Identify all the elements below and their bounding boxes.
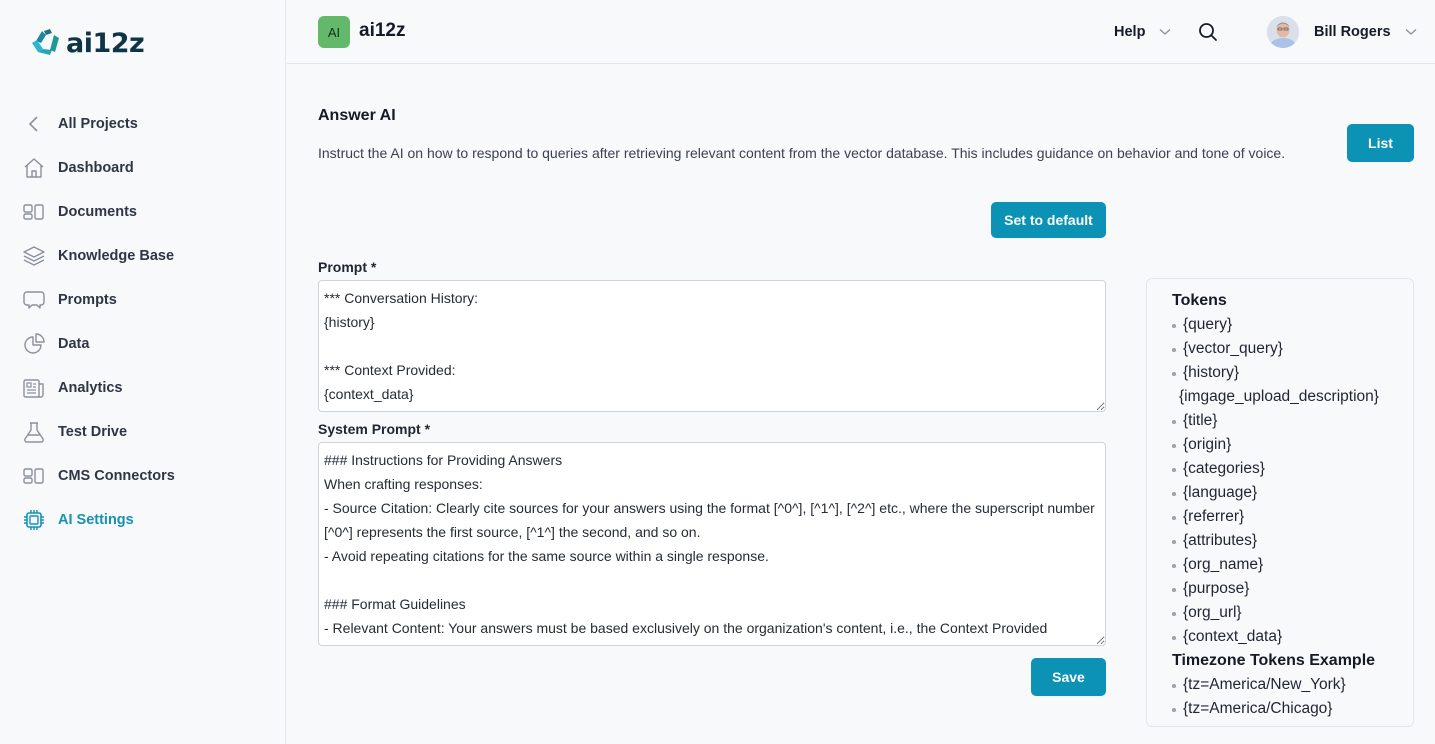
sidebar-item-label: Dashboard xyxy=(58,160,134,176)
sidebar-item-data[interactable]: Data xyxy=(0,322,286,366)
avatar[interactable] xyxy=(1267,16,1299,48)
token-item: {query} xyxy=(1172,313,1413,337)
brand-logo[interactable]: ai12z xyxy=(30,26,145,60)
brand-name: ai12z xyxy=(66,27,145,59)
sidebar-item-label: Prompts xyxy=(58,292,117,308)
tokens-list: {query} {vector_query} {history} {imgage… xyxy=(1172,313,1413,649)
sidebar-item-label: Analytics xyxy=(58,380,123,396)
user-name: Bill Rogers xyxy=(1314,24,1391,40)
user-menu[interactable]: Bill Rogers xyxy=(1314,24,1417,40)
home-icon xyxy=(22,156,46,180)
set-to-default-button[interactable]: Set to default xyxy=(991,202,1106,238)
sidebar-item-label: Data xyxy=(58,336,90,352)
pie-chart-icon xyxy=(22,332,46,356)
token-item: {context_data} xyxy=(1172,625,1413,649)
token-item: {origin} xyxy=(1172,433,1413,457)
sidebar-item-knowledge-base[interactable]: Knowledge Base xyxy=(0,234,286,278)
chevron-down-icon xyxy=(1405,29,1416,35)
system-prompt-textarea[interactable]: ### Instructions for Providing Answers W… xyxy=(318,442,1106,646)
sidebar-item-label: CMS Connectors xyxy=(58,468,175,484)
project-badge: AI xyxy=(318,16,350,48)
prompt-label: Prompt * xyxy=(318,259,377,275)
sidebar-item-prompts[interactable]: Prompts xyxy=(0,278,286,322)
token-item: {language} xyxy=(1172,481,1413,505)
chevron-down-icon xyxy=(1159,29,1171,35)
ai12z-logo-icon xyxy=(32,29,59,55)
sidebar-nav: All Projects Dashboard Documents Knowled… xyxy=(0,102,286,542)
documents-icon xyxy=(22,200,46,224)
sidebar-item-label: Knowledge Base xyxy=(58,248,175,264)
token-item: {purpose} xyxy=(1172,577,1413,601)
flask-icon xyxy=(22,420,46,444)
sidebar-item-test-drive[interactable]: Test Drive xyxy=(0,410,286,454)
token-item: {org_name} xyxy=(1172,553,1413,577)
newspaper-icon xyxy=(22,376,46,400)
connectors-icon xyxy=(22,464,46,488)
sidebar-item-label: All Projects xyxy=(58,116,138,132)
timezone-tokens-heading: Timezone Tokens Example xyxy=(1172,652,1376,669)
token-item: {history} xyxy=(1172,361,1413,385)
timezone-token-item: {tz=America/New_York} xyxy=(1172,673,1413,697)
page-description: Instruct the AI on how to respond to que… xyxy=(318,145,1286,161)
top-header: AI ai12z Help Bill Rogers xyxy=(287,0,1435,64)
layers-icon xyxy=(22,244,46,268)
chip-icon xyxy=(22,508,46,532)
sidebar-item-dashboard[interactable]: Dashboard xyxy=(0,146,286,190)
sidebar-item-documents[interactable]: Documents xyxy=(0,190,286,234)
tokens-heading: Tokens xyxy=(1172,292,1227,309)
token-item: {vector_query} xyxy=(1172,337,1413,361)
list-button[interactable]: List xyxy=(1347,124,1414,162)
token-item: {imgage_upload_description} xyxy=(1179,388,1379,405)
search-icon xyxy=(1199,23,1217,41)
sidebar-item-all-projects[interactable]: All Projects xyxy=(0,102,286,146)
search-button[interactable] xyxy=(1197,21,1219,48)
page-title: Answer AI xyxy=(318,107,396,124)
token-item: {title} xyxy=(1172,409,1413,433)
token-item: {categories} xyxy=(1172,457,1413,481)
help-menu[interactable]: Help xyxy=(1114,24,1171,40)
sidebar-item-label: AI Settings xyxy=(58,512,134,528)
sidebar-item-analytics[interactable]: Analytics xyxy=(0,366,286,410)
system-prompt-label: System Prompt * xyxy=(318,421,431,437)
project-name: ai12z xyxy=(359,20,406,41)
sidebar-item-cms-connectors[interactable]: CMS Connectors xyxy=(0,454,286,498)
tokens-panel: Tokens {query} {vector_query} {history} … xyxy=(1146,278,1414,727)
token-item: {referrer} xyxy=(1172,505,1413,529)
chat-bubbles-icon xyxy=(22,288,46,312)
save-button[interactable]: Save xyxy=(1031,658,1106,696)
help-label: Help xyxy=(1114,24,1146,40)
timezone-tokens-list: {tz=America/New_York} {tz=America/Chicag… xyxy=(1172,673,1413,721)
token-item: {attributes} xyxy=(1172,529,1413,553)
timezone-token-item: {tz=America/Chicago} xyxy=(1172,697,1413,721)
token-item: {org_url} xyxy=(1172,601,1413,625)
sidebar: ai12z All Projects Dashboard Documents K… xyxy=(0,0,286,744)
sidebar-item-ai-settings[interactable]: AI Settings xyxy=(0,498,286,542)
sidebar-item-label: Documents xyxy=(58,204,137,220)
chevron-left-icon xyxy=(22,112,46,136)
sidebar-item-label: Test Drive xyxy=(58,424,128,440)
prompt-textarea[interactable]: *** Conversation History: {history} *** … xyxy=(318,280,1106,412)
